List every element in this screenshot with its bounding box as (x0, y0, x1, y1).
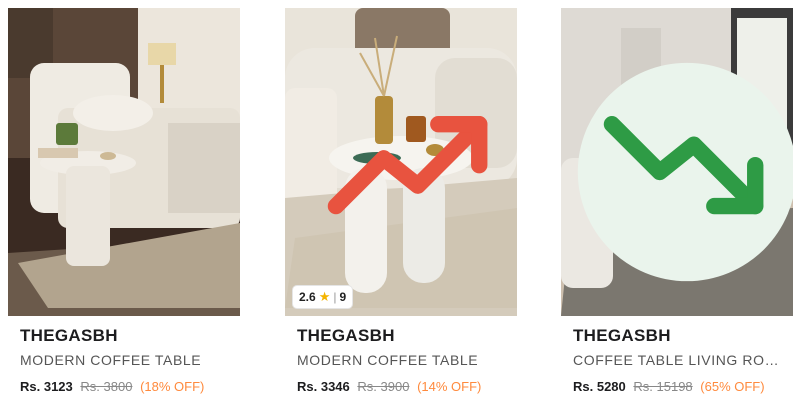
product-brand[interactable]: THEGASBH (20, 326, 118, 346)
product-title[interactable]: MODERN COFFEE TABLE (20, 352, 236, 368)
product-card[interactable]: THEGASBH MODERN COFFEE TABLE Rs. 3123 Rs… (8, 0, 240, 403)
product-price: Rs. 3123 (20, 379, 73, 394)
product-brand[interactable]: THEGASBH (297, 326, 395, 346)
product-image[interactable]: 2.6 ★ | 9 (285, 8, 517, 316)
product-discount: (18% OFF) (140, 379, 205, 394)
product-image[interactable] (8, 8, 240, 316)
product-title[interactable]: MODERN COFFEE TABLE (297, 352, 513, 368)
price-row: Rs. 3123 Rs. 3800 (18% OFF) (20, 379, 204, 394)
product-price: Rs. 5280 (573, 379, 626, 394)
product-image[interactable] (561, 8, 793, 316)
product-mrp: Rs. 15198 (633, 379, 693, 394)
product-title[interactable]: COFFEE TABLE LIVING ROO... (573, 352, 789, 368)
rating-count: 9 (339, 290, 347, 304)
trending-down-icon (571, 18, 793, 282)
rating-badge: 2.6 ★ | 9 (293, 286, 353, 308)
product-mrp: Rs. 3800 (80, 379, 133, 394)
product-discount: (65% OFF) (700, 379, 765, 394)
product-card[interactable]: 2.6 ★ | 9 THEGASBH MODERN COFFEE TABLE R… (285, 0, 517, 403)
trending-up-icon (295, 18, 488, 215)
star-icon: ★ (318, 289, 331, 304)
product-grid: THEGASBH MODERN COFFEE TABLE Rs. 3123 Rs… (0, 0, 800, 403)
product-price: Rs. 3346 (297, 379, 350, 394)
product-discount: (14% OFF) (417, 379, 482, 394)
product-card[interactable]: THEGASBH COFFEE TABLE LIVING ROO... Rs. … (561, 0, 793, 403)
product-mrp: Rs. 3900 (357, 379, 410, 394)
rating-separator: | (333, 290, 337, 304)
price-row: Rs. 5280 Rs. 15198 (65% OFF) (573, 379, 765, 394)
product-brand[interactable]: THEGASBH (573, 326, 671, 346)
price-row: Rs. 3346 Rs. 3900 (14% OFF) (297, 379, 481, 394)
rating-value: 2.6 (299, 290, 316, 304)
